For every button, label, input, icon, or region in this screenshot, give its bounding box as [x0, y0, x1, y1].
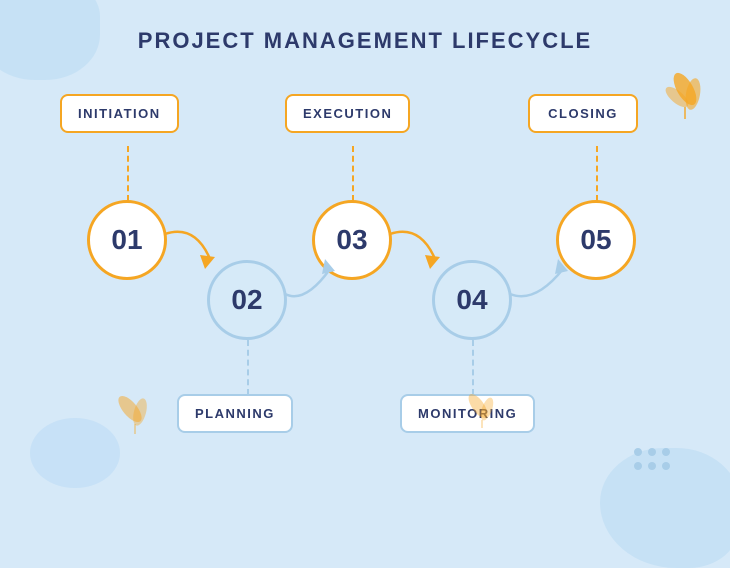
circle-01: 01 [87, 200, 167, 280]
leaf-decor-topright [655, 69, 710, 124]
page-title: PROJECT MANAGEMENT LIFECYCLE [0, 0, 730, 54]
phase-box-initiation: INITIATION [60, 94, 179, 133]
dashed-02 [247, 340, 249, 395]
arrow-01-to-02 [160, 219, 220, 279]
arrow-02-to-03 [280, 249, 335, 309]
leaf-decor-bottom04 [460, 384, 505, 429]
dots-decor [630, 444, 680, 484]
lifecycle-diagram: INITIATION 01 02 PLANNING EXECUTION 03 0… [0, 64, 730, 524]
dashed-01 [127, 146, 129, 201]
phase-box-planning: PLANNING [177, 394, 293, 433]
dashed-05 [596, 146, 598, 201]
leaf-decor-bottomleft [110, 384, 160, 434]
arrow-03-to-04 [385, 219, 445, 279]
phase-box-execution: EXECUTION [285, 94, 410, 133]
phase-box-closing: CLOSING [528, 94, 638, 133]
dashed-03 [352, 146, 354, 201]
arrow-04-to-05 [505, 249, 570, 309]
